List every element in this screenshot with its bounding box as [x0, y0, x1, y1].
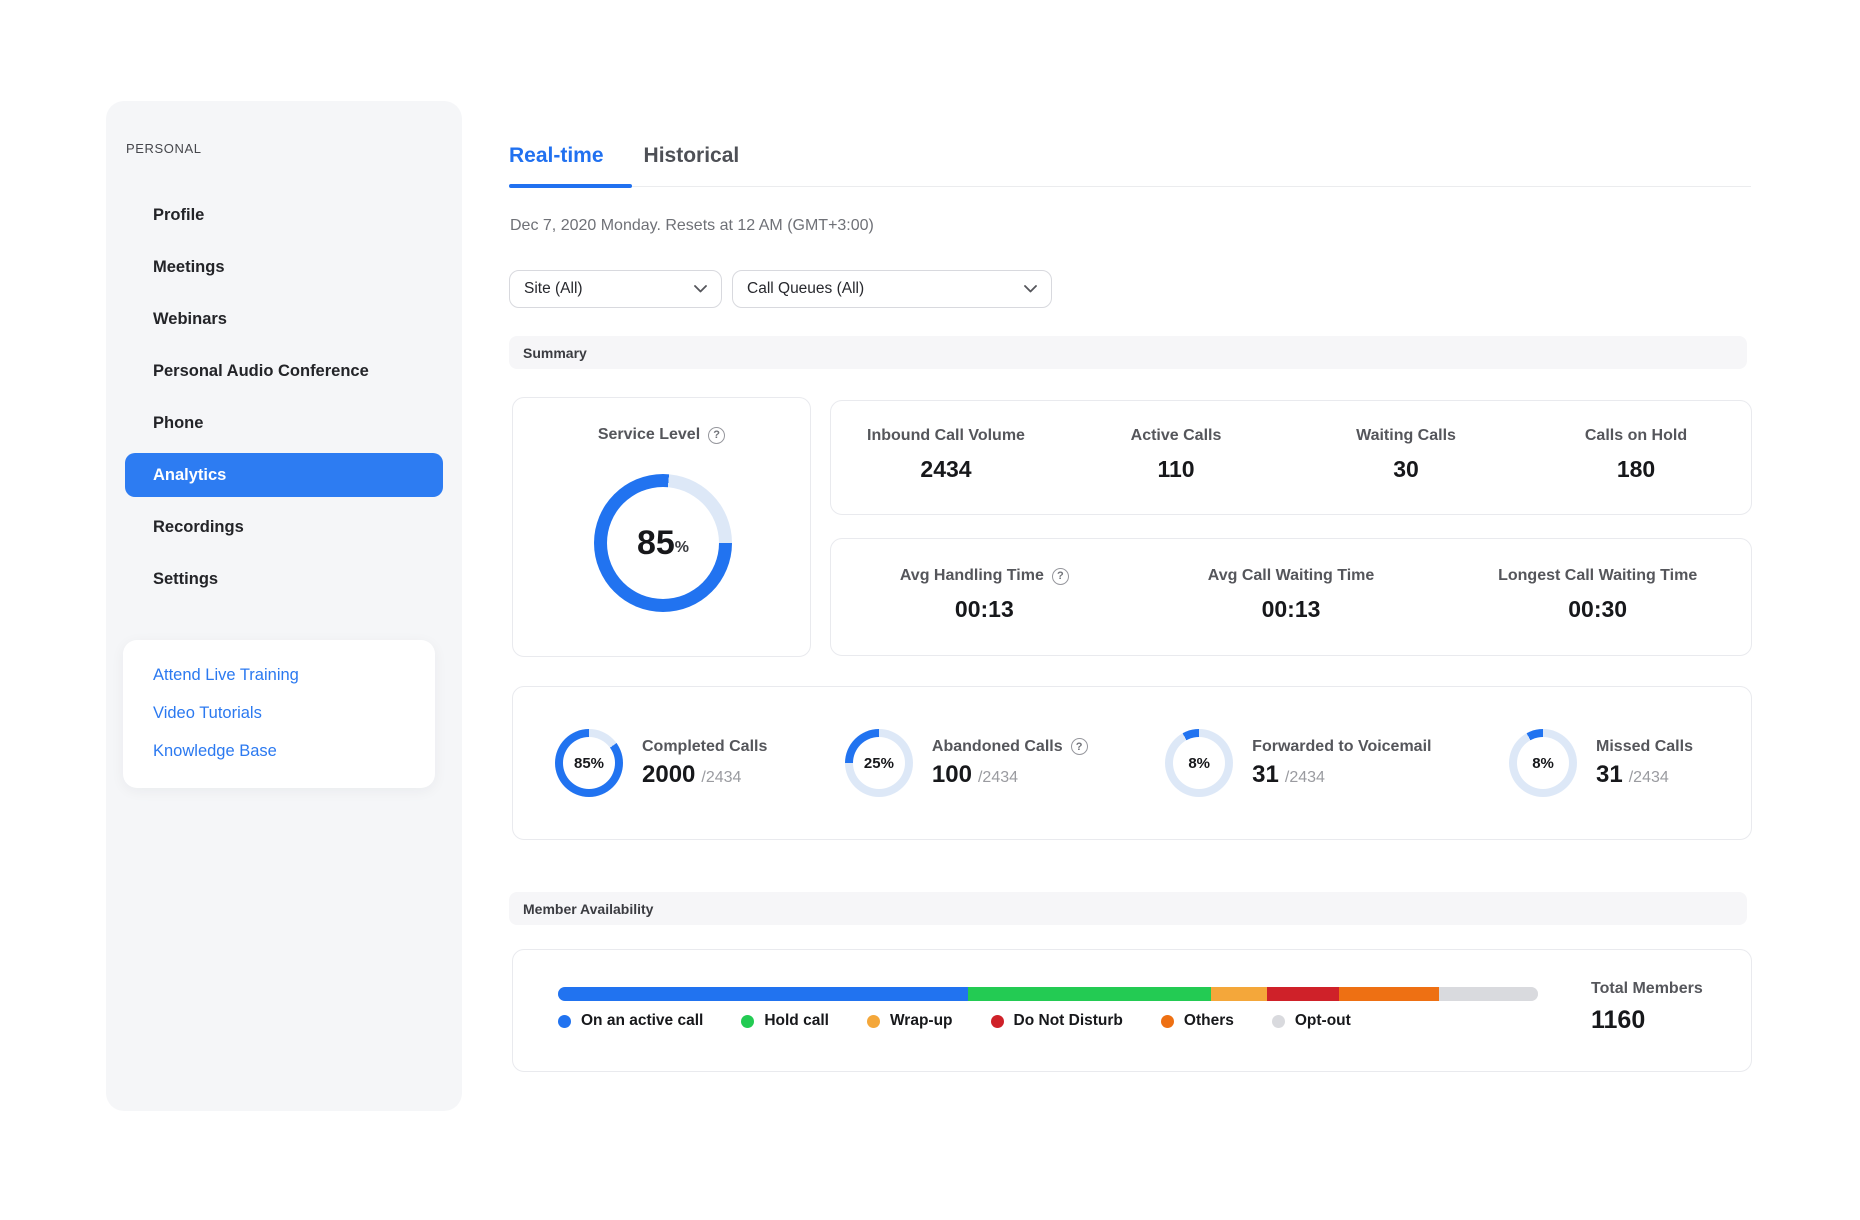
sidebar-item-profile[interactable]: Profile [106, 189, 462, 241]
stat-abandoned-calls: 25% Abandoned Calls ? 100 /2434 [845, 729, 1088, 797]
sidebar-item-meetings[interactable]: Meetings [106, 241, 462, 293]
stat-avg-handling-time: Avg Handling Time ? 00:13 [831, 567, 1138, 655]
link-knowledge-base[interactable]: Knowledge Base [153, 742, 435, 761]
availability-segment-hold-call [968, 987, 1211, 1001]
legend-dot-green [741, 1015, 754, 1028]
sidebar-nav: Profile Meetings Webinars Personal Audio… [106, 189, 462, 605]
availability-legend: On an active call Hold call Wrap-up Do N… [558, 1012, 1351, 1030]
availability-segment-others [1339, 987, 1439, 1001]
link-attend-live-training[interactable]: Attend Live Training [153, 666, 435, 685]
stat-calls-on-hold: Calls on Hold 180 [1521, 427, 1751, 514]
sidebar-item-webinars[interactable]: Webinars [106, 293, 462, 345]
service-level-percent: 85% [594, 474, 732, 612]
help-links-card: Attend Live Training Video Tutorials Kno… [123, 640, 435, 788]
active-tab-underline [509, 184, 632, 188]
link-video-tutorials[interactable]: Video Tutorials [153, 704, 435, 723]
total-members-value: 1160 [1591, 1006, 1703, 1035]
call-queues-filter-value: Call Queues (All) [747, 280, 864, 298]
sidebar-section-label: PERSONAL [126, 141, 202, 156]
date-reset-info: Dec 7, 2020 Monday. Resets at 12 AM (GMT… [510, 217, 874, 235]
site-filter-value: Site (All) [524, 280, 583, 298]
legend-dot-gray [1272, 1015, 1285, 1028]
legend-item-others: Others [1161, 1012, 1234, 1030]
help-icon[interactable]: ? [1071, 738, 1088, 755]
legend-dot-red [991, 1015, 1004, 1028]
site-filter-dropdown[interactable]: Site (All) [509, 270, 722, 308]
sidebar-item-analytics[interactable]: Analytics [125, 453, 443, 497]
total-members-label: Total Members [1591, 980, 1703, 998]
legend-dot-blue [558, 1015, 571, 1028]
service-level-card: Service Level ? 85% [512, 397, 811, 657]
forwarded-voicemail-donut: 8% [1165, 729, 1233, 797]
stat-missed-calls: 8% Missed Calls 31 /2434 [1509, 729, 1693, 797]
tab-bar: Real-time Historical [509, 138, 1751, 187]
availability-segment-do-not-disturb [1267, 987, 1339, 1001]
availability-segment-opt-out [1439, 987, 1538, 1001]
help-icon[interactable]: ? [708, 427, 725, 444]
service-level-label: Service Level [598, 426, 700, 444]
legend-dot-orange [1161, 1015, 1174, 1028]
completed-calls-donut: 85% [555, 729, 623, 797]
stat-completed-calls: 85% Completed Calls 2000 /2434 [555, 729, 767, 797]
member-availability-section-header: Member Availability [509, 892, 1747, 925]
member-availability-card: On an active call Hold call Wrap-up Do N… [512, 949, 1752, 1072]
call-volume-stats-card: Inbound Call Volume 2434 Active Calls 11… [830, 400, 1752, 515]
legend-item-hold-call: Hold call [741, 1012, 829, 1030]
chevron-down-icon [694, 280, 707, 298]
summary-section-header: Summary [509, 336, 1747, 369]
time-stats-card: Avg Handling Time ? 00:13 Avg Call Waiti… [830, 538, 1752, 656]
legend-item-do-not-disturb: Do Not Disturb [991, 1012, 1123, 1030]
sidebar-item-phone[interactable]: Phone [106, 397, 462, 449]
chevron-down-icon [1024, 280, 1037, 298]
call-outcomes-card: 85% Completed Calls 2000 /2434 25% Aband… [512, 686, 1752, 840]
stat-longest-call-waiting-time: Longest Call Waiting Time 00:30 [1444, 567, 1751, 655]
help-icon[interactable]: ? [1052, 568, 1069, 585]
missed-calls-donut: 8% [1509, 729, 1577, 797]
sidebar-item-recordings[interactable]: Recordings [106, 501, 462, 553]
legend-item-opt-out: Opt-out [1272, 1012, 1351, 1030]
abandoned-calls-donut: 25% [845, 729, 913, 797]
availability-segment-wrap-up [1211, 987, 1268, 1001]
stat-inbound-call-volume: Inbound Call Volume 2434 [831, 427, 1061, 514]
availability-stacked-bar [558, 987, 1538, 1001]
stat-waiting-calls: Waiting Calls 30 [1291, 427, 1521, 514]
sidebar-item-personal-audio-conference[interactable]: Personal Audio Conference [106, 345, 462, 397]
tab-real-time[interactable]: Real-time [509, 138, 604, 186]
stat-avg-call-waiting-time: Avg Call Waiting Time 00:13 [1138, 567, 1445, 655]
stat-forwarded-to-voicemail: 8% Forwarded to Voicemail 31 /2434 [1165, 729, 1431, 797]
call-queues-filter-dropdown[interactable]: Call Queues (All) [732, 270, 1052, 308]
tab-historical[interactable]: Historical [644, 138, 740, 186]
stat-active-calls: Active Calls 110 [1061, 427, 1291, 514]
legend-item-wrap-up: Wrap-up [867, 1012, 953, 1030]
legend-dot-amber [867, 1015, 880, 1028]
legend-item-on-active-call: On an active call [558, 1012, 703, 1030]
sidebar: PERSONAL Profile Meetings Webinars Perso… [106, 101, 462, 1111]
sidebar-item-settings[interactable]: Settings [106, 553, 462, 605]
service-level-donut: 85% [594, 474, 732, 612]
total-members-block: Total Members 1160 [1591, 980, 1703, 1035]
availability-segment-on-active-call [558, 987, 968, 1001]
